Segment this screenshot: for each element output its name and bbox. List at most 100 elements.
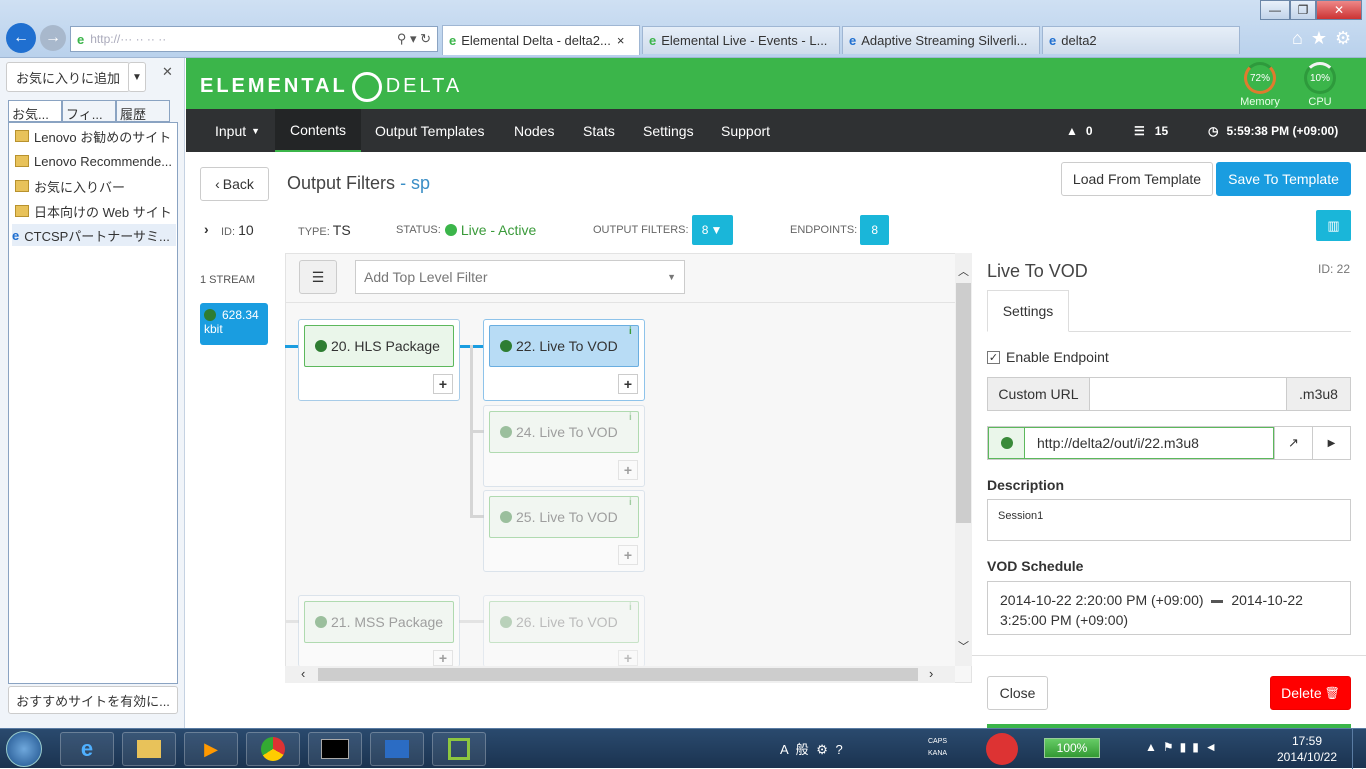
alerts-indicator[interactable]: ▲ 0 [1066, 109, 1093, 152]
nav-input[interactable]: Input ▼ [215, 109, 260, 152]
add-child-icon[interactable]: + [433, 374, 453, 394]
tab-elemental-delta[interactable]: e Elemental Delta - delta2... × [442, 25, 640, 55]
add-child-icon[interactable]: + [618, 650, 638, 666]
filter-node-hls[interactable]: 20. HLS Package + [298, 319, 460, 401]
feeds-tab[interactable]: フィ... [62, 100, 116, 122]
load-from-template-button[interactable]: Load From Template [1061, 162, 1213, 196]
filter-node-label[interactable]: 21. MSS Package [304, 601, 454, 643]
play-icon[interactable]: ▶ [1312, 427, 1350, 459]
tab-adaptive-streaming[interactable]: e Adaptive Streaming Silverli... [842, 26, 1040, 54]
nav-contents[interactable]: Contents [275, 109, 361, 152]
messages-indicator[interactable]: ☰ 15 [1134, 109, 1168, 152]
vertical-scrollbar[interactable]: ︿ ﹀ [955, 253, 972, 666]
tray-icons[interactable]: ▲⚑▮▮◄ [1145, 740, 1223, 754]
forward-nav-icon[interactable]: → [40, 25, 66, 51]
enable-endpoint-checkbox[interactable]: ✓ Enable Endpoint [987, 349, 1109, 365]
tray-app-icon[interactable] [986, 733, 1018, 765]
add-favorite-button[interactable]: お気に入りに追加 [6, 62, 130, 92]
media-player-taskbar-icon[interactable]: ▶ [184, 732, 238, 766]
save-to-template-button[interactable]: Save To Template [1216, 162, 1351, 196]
filter-node-label[interactable]: 20. HLS Package [304, 325, 454, 367]
scroll-thumb[interactable] [318, 668, 918, 681]
favorite-item[interactable]: 日本向けの Web サイト [15, 200, 180, 222]
scroll-down-icon[interactable]: ﹀ [958, 638, 969, 654]
app-logo[interactable]: ELEMENTAL DELTA [200, 71, 462, 102]
chrome-taskbar-icon[interactable] [246, 732, 300, 766]
close-button[interactable]: Close [987, 676, 1048, 710]
add-favorite-dropdown-icon[interactable]: ▼ [128, 62, 146, 92]
close-window-button[interactable]: ✕ [1316, 0, 1362, 20]
filter-node-22[interactable]: 22. Live To VOD i + [483, 319, 645, 401]
filter-node-25[interactable]: 25. Live To VOD i + [483, 490, 645, 572]
menu-icon[interactable]: ☰ [299, 260, 337, 294]
info-icon[interactable]: i [629, 326, 632, 337]
add-child-icon[interactable]: + [433, 650, 453, 666]
ime-tray-icons[interactable]: A 般 ⚙ ? [780, 739, 845, 758]
stream-item[interactable]: 628.34 kbit [200, 303, 268, 345]
filter-node-26[interactable]: 26. Live To VOD i + [483, 595, 645, 667]
info-icon[interactable]: i [629, 412, 632, 423]
nav-output-templates[interactable]: Output Templates [375, 109, 484, 152]
nav-nodes[interactable]: Nodes [514, 109, 554, 152]
scroll-left-icon[interactable]: ‹ [301, 666, 305, 681]
output-filters-badge[interactable]: 8 ▼ [691, 215, 733, 245]
start-button[interactable] [6, 731, 42, 767]
tab-delta2[interactable]: e delta2 [1042, 26, 1240, 54]
expand-chevron-icon[interactable]: › [204, 221, 209, 237]
favorite-item[interactable]: Lenovo お勧めのサイト [15, 125, 180, 147]
description-textarea[interactable]: Session1 [987, 499, 1351, 541]
filter-node-label[interactable]: 24. Live To VOD [489, 411, 639, 453]
nav-support[interactable]: Support [721, 109, 770, 152]
favorite-item[interactable]: e CTCSPパートナーサミ... [12, 224, 176, 246]
nav-settings[interactable]: Settings [643, 109, 694, 152]
add-child-icon[interactable]: + [618, 374, 638, 394]
filter-node-label[interactable]: 26. Live To VOD [489, 601, 639, 643]
chart-toggle-icon[interactable]: ▥ [1316, 210, 1351, 241]
explorer-taskbar-icon[interactable] [122, 732, 176, 766]
scroll-up-icon[interactable]: ︿ [958, 263, 969, 279]
maximize-button[interactable]: ❐ [1290, 0, 1316, 20]
show-desktop-button[interactable] [1352, 729, 1366, 769]
ie-taskbar-icon[interactable]: e [60, 732, 114, 766]
filter-node-24[interactable]: 24. Live To VOD i + [483, 405, 645, 487]
horizontal-scrollbar[interactable]: ‹ › [285, 666, 955, 683]
suggested-sites-button[interactable]: おすすめサイトを有効に... [8, 686, 178, 714]
home-star-gear-icons[interactable]: ⌂★⚙ [1292, 28, 1359, 49]
filter-node-label[interactable]: 25. Live To VOD [489, 496, 639, 538]
info-icon[interactable]: i [629, 602, 632, 613]
vod-schedule-field[interactable]: 2014-10-22 2:20:00 PM (+09:00) 2014-10-2… [987, 581, 1351, 635]
cmd-taskbar-icon[interactable] [308, 732, 362, 766]
tab-close-icon[interactable]: × [617, 33, 625, 48]
scroll-thumb[interactable] [956, 283, 971, 523]
external-link-icon[interactable]: ↗ [1274, 427, 1312, 459]
minimize-button[interactable]: — [1260, 0, 1290, 20]
info-icon[interactable]: i [629, 497, 632, 508]
history-tab[interactable]: 履歴 [116, 100, 170, 122]
favorites-tab[interactable]: お気... [8, 100, 62, 122]
checkbox-checked-icon[interactable]: ✓ [987, 350, 1000, 364]
custom-url-input[interactable] [1090, 378, 1286, 410]
favorite-item[interactable]: お気に入りバー [15, 175, 180, 197]
delete-button[interactable]: Delete 🗑 [1270, 676, 1351, 710]
close-pane-icon[interactable]: ✕ [162, 64, 173, 80]
tab-elemental-live[interactable]: e Elemental Live - Events - L... [642, 26, 840, 54]
add-top-level-filter-select[interactable]: Add Top Level Filter ▼ [355, 260, 685, 294]
search-icon[interactable]: ⚲ ▾ ↻ [397, 31, 431, 47]
rdp-taskbar-icon[interactable] [370, 732, 424, 766]
back-nav-icon[interactable]: ← [6, 23, 36, 53]
add-child-icon[interactable]: + [618, 545, 638, 565]
endpoint-url-field[interactable]: http://delta2/out/i/22.m3u8 [1025, 427, 1274, 459]
endpoints-badge[interactable]: 8 [860, 215, 890, 245]
favorite-item[interactable]: Lenovo Recommende... [15, 150, 180, 172]
battery-indicator[interactable]: 100% [1044, 738, 1100, 758]
add-child-icon[interactable]: + [618, 460, 638, 480]
filter-node-label[interactable]: 22. Live To VOD [489, 325, 639, 367]
filter-node-mss[interactable]: 21. MSS Package + [298, 595, 460, 667]
vsphere-taskbar-icon[interactable] [432, 732, 486, 766]
tab-settings[interactable]: Settings [987, 290, 1069, 332]
nav-stats[interactable]: Stats [583, 109, 615, 152]
scroll-right-icon[interactable]: › [929, 666, 933, 681]
address-bar[interactable]: e http://··· ·· ·· ·· ⚲ ▾ ↻ [70, 26, 438, 52]
back-button[interactable]: ‹ Back [200, 167, 269, 201]
system-clock[interactable]: 17:59 2014/10/22 [1272, 733, 1342, 765]
